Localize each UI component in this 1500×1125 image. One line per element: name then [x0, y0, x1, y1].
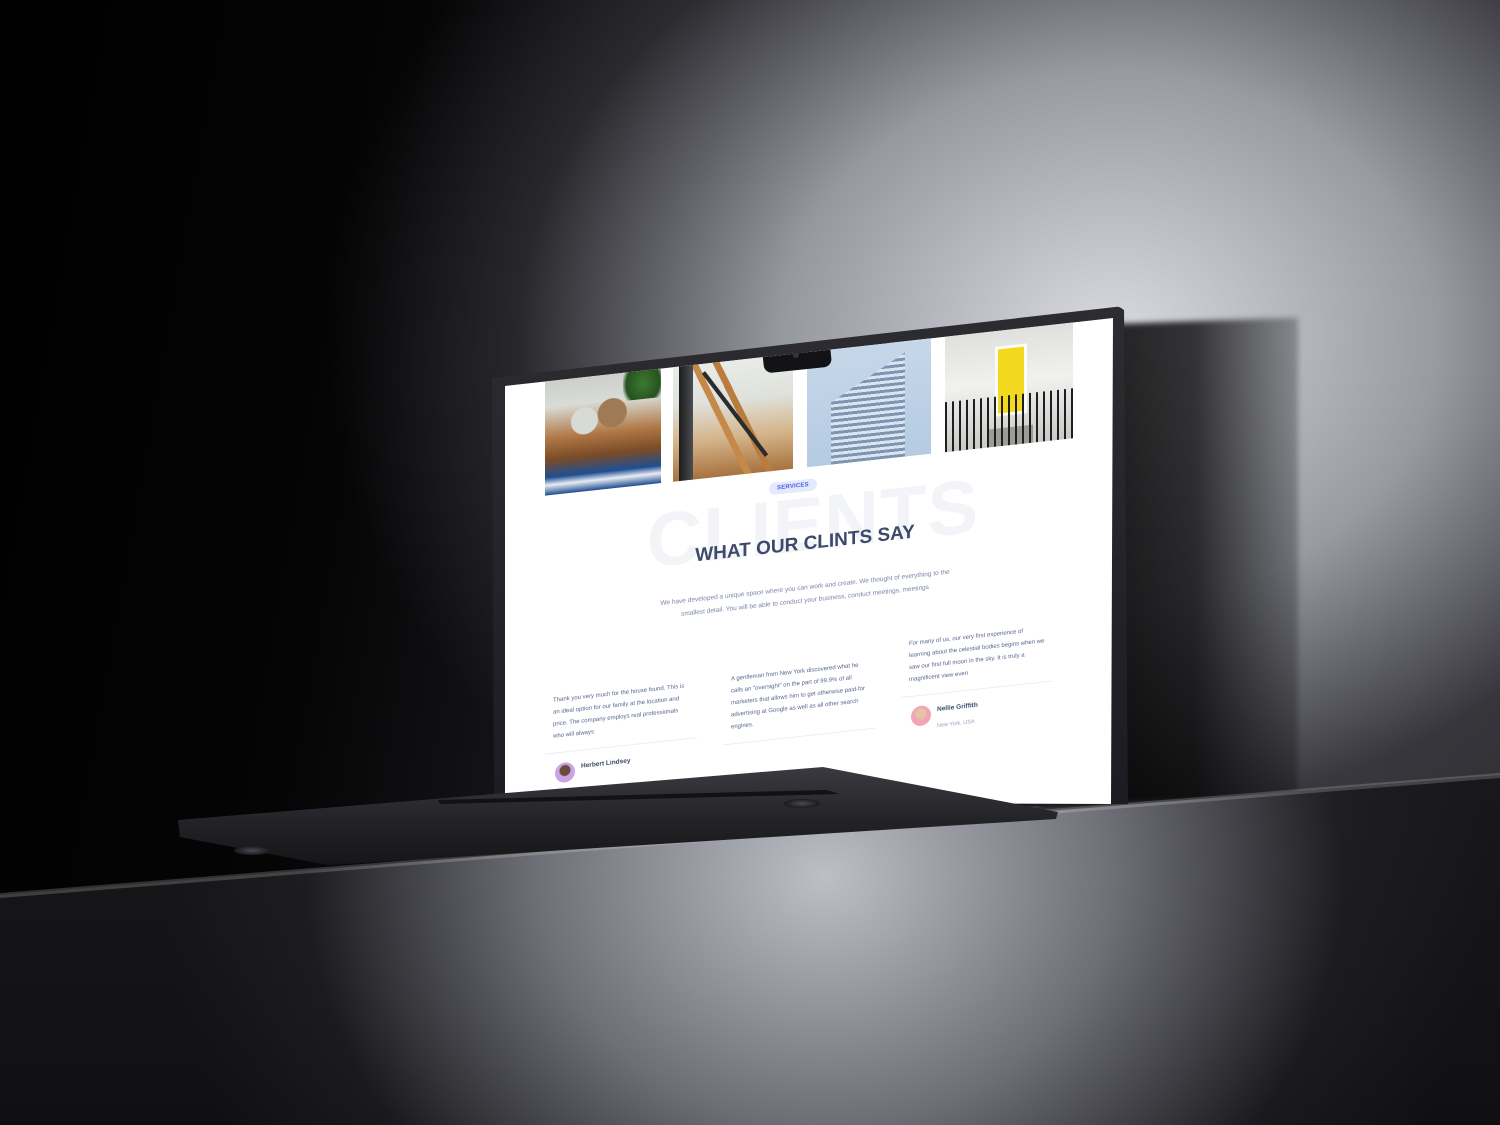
- laptop-screen: CLIENTS SERVICES WHAT OUR CLINTS SAY We …: [505, 318, 1113, 804]
- building-icon: [831, 353, 905, 468]
- web-page: CLIENTS SERVICES WHAT OUR CLINTS SAY We …: [505, 318, 1113, 804]
- testimonial-quote: A gentleman from New York discovered wha…: [723, 649, 875, 746]
- gallery-photo-yellow-door[interactable]: [945, 318, 1073, 453]
- pillar-shape: [679, 353, 693, 482]
- testimonial-card: For many of us, our very first experienc…: [901, 614, 1053, 738]
- author-name: Herbert Lindsey: [581, 757, 631, 770]
- laptop-foot: [234, 846, 270, 855]
- avatar: [555, 761, 575, 784]
- laptop-foot: [784, 799, 820, 808]
- testimonial-card: Thank you very much for the house found.…: [545, 671, 697, 795]
- testimonial-card: A gentleman from New York discovered wha…: [723, 649, 875, 746]
- avatar: [911, 704, 931, 727]
- fence-shape: [945, 388, 1073, 453]
- handrail-shape: [701, 371, 769, 457]
